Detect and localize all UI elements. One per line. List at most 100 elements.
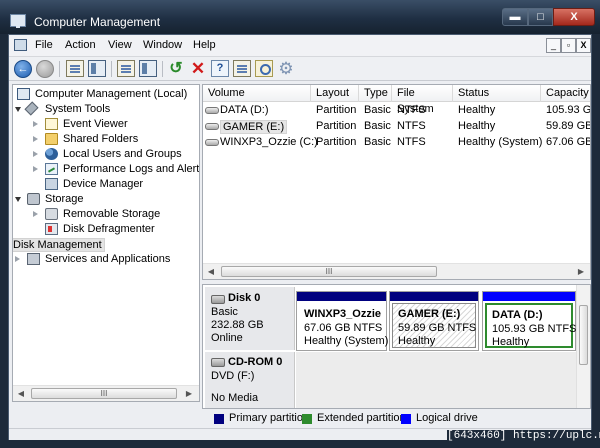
tree-item-label: Services and Applications — [45, 253, 171, 265]
back-arrow-icon[interactable]: ← — [14, 60, 32, 78]
console-icon[interactable] — [139, 60, 157, 77]
partition-winxp3-ozzie[interactable]: WINXP3_Ozzie 67.06 GB NTFS Healthy (Syst… — [296, 291, 388, 351]
tree-item-label: Event Viewer — [63, 118, 128, 130]
computer-management-icon — [10, 14, 26, 28]
expand-arrow-icon[interactable] — [33, 151, 38, 157]
expand-arrow-icon[interactable] — [15, 256, 20, 262]
mdi-close-button[interactable]: X — [576, 38, 591, 53]
toolbar-separator — [162, 61, 163, 77]
delete-icon[interactable]: ✕ — [189, 60, 207, 77]
expand-arrow-icon[interactable] — [33, 211, 38, 217]
scroll-left-arrow-icon[interactable]: ◀ — [203, 264, 219, 279]
disk-0-kind: Basic — [211, 306, 238, 318]
toolbar: ← ↺ ✕ ? ⚙ — [9, 57, 591, 81]
event-viewer-icon — [45, 118, 58, 130]
primary-partition-swatch — [214, 414, 224, 424]
shared-folder-icon — [45, 133, 58, 145]
tree-horizontal-scrollbar[interactable]: ◀ III ▶ — [13, 385, 199, 401]
refresh-icon[interactable]: ↺ — [167, 60, 185, 77]
image-caption: [643x460] https://uplc.me/ — [447, 430, 600, 442]
menu-file[interactable]: File — [35, 39, 53, 51]
menu-help[interactable]: Help — [193, 39, 216, 51]
expand-arrow-icon[interactable] — [33, 136, 38, 142]
disk-vertical-scrollbar[interactable] — [576, 285, 590, 408]
tree-item-label: Storage — [45, 193, 84, 205]
partition-gamer[interactable]: GAMER (E:) 59.89 GB NTFS Healthy — [389, 291, 479, 351]
collapse-arrow-icon[interactable] — [15, 107, 21, 112]
column-status[interactable]: Status — [453, 85, 541, 102]
partition-body: WINXP3_Ozzie 67.06 GB NTFS Healthy (Syst… — [299, 303, 388, 348]
menu-window[interactable]: Window — [143, 39, 182, 51]
close-button[interactable]: X — [553, 8, 595, 26]
column-volume[interactable]: Volume — [203, 85, 311, 102]
tree-item-label: System Tools — [45, 103, 111, 115]
column-file-system[interactable]: File System — [392, 85, 453, 115]
tree-item-label: Disk Management — [13, 238, 105, 252]
scroll-thumb[interactable]: III — [31, 388, 177, 399]
volume-cell-volume: DATA (D:) — [220, 104, 269, 116]
legend-label: Primary partition — [229, 412, 310, 424]
volume-row[interactable]: DATA (D:) Partition Basic NTFS Healthy 105.93… — [203, 103, 590, 119]
collapse-arrow-icon[interactable] — [15, 197, 21, 202]
volume-horizontal-scrollbar[interactable]: ◀ III ▶ — [203, 263, 590, 279]
column-capacity[interactable]: Capacity — [541, 85, 590, 102]
scroll-thumb[interactable] — [579, 305, 588, 365]
volume-drive-icon — [205, 123, 219, 130]
defragmenter-icon — [45, 223, 58, 235]
device-manager-icon — [45, 178, 58, 190]
disk-0-size: 232.88 GB — [211, 319, 264, 331]
toolbar-separator — [59, 61, 60, 77]
volume-cell-layout: Partition — [316, 120, 357, 132]
show-hide-tree-icon[interactable] — [88, 60, 106, 77]
performance-icon — [45, 163, 58, 175]
title-bar[interactable]: Computer Management ▬ □ X — [0, 0, 600, 34]
partition-name: DATA (D:) — [492, 309, 543, 321]
expand-arrow-icon[interactable] — [33, 166, 38, 172]
partition-status: Healthy (System) — [304, 335, 389, 347]
volume-row[interactable]: GAMER (E:) Partition Basic NTFS Healthy 59.89… — [203, 119, 590, 135]
forward-arrow-icon[interactable] — [36, 60, 54, 78]
cdrom-0-info[interactable]: CD-ROM 0 DVD (F:) No Media — [205, 352, 295, 408]
volume-list: Volume Layout Type File System Status Ca… — [202, 84, 591, 280]
console-icon[interactable] — [14, 39, 27, 51]
menu-action[interactable]: Action — [65, 39, 96, 51]
toolbar-separator — [111, 61, 112, 77]
partition-data[interactable]: DATA (D:) 105.93 GB NTFS Healthy — [482, 291, 576, 351]
up-folder-icon[interactable] — [66, 60, 84, 77]
volume-row[interactable]: WINXP3_Ozzie (C:) Partition Basic NTFS Healt… — [203, 135, 590, 151]
legend-label: Extended partition — [317, 412, 406, 424]
tree-item-label: Shared Folders — [63, 133, 139, 145]
properties-icon[interactable] — [117, 60, 135, 77]
partition-status: Healthy — [492, 336, 530, 348]
partition-detail: 59.89 GB NTFS — [398, 322, 477, 334]
scroll-right-arrow-icon[interactable]: ▶ — [181, 386, 197, 401]
scroll-left-arrow-icon[interactable]: ◀ — [13, 386, 29, 401]
cdrom-empty-area — [296, 352, 576, 408]
menu-view[interactable]: View — [108, 39, 132, 51]
help-topic-icon[interactable] — [255, 60, 273, 77]
scroll-thumb[interactable]: III — [221, 266, 437, 277]
help-icon[interactable]: ? — [211, 60, 229, 77]
column-layout[interactable]: Layout — [311, 85, 359, 102]
disk-0-info[interactable]: Disk 0 Basic 232.88 GB Online — [205, 287, 295, 350]
volume-cell-fs: NTFS — [397, 104, 426, 116]
column-type[interactable]: Type — [359, 85, 392, 102]
volume-cell-layout: Partition — [316, 136, 357, 148]
settings-icon[interactable]: ⚙ — [277, 60, 295, 77]
maximize-button[interactable]: □ — [528, 8, 553, 26]
expand-arrow-icon[interactable] — [33, 121, 38, 127]
mdi-restore-button[interactable]: ▫ — [561, 38, 576, 53]
tree-item-label: Disk Defragmenter — [63, 223, 155, 235]
minimize-button[interactable]: ▬ — [502, 8, 528, 26]
volume-cell-fs: NTFS — [397, 120, 426, 132]
volume-cell-layout: Partition — [316, 104, 357, 116]
disk-0-state: Online — [211, 332, 243, 344]
tools-icon — [24, 101, 39, 116]
cdrom-kind: DVD (F:) — [211, 370, 255, 382]
mdi-minimize-button[interactable]: _ — [546, 38, 561, 53]
computer-management-window: Computer Management ▬ □ X File Action Vi… — [0, 0, 600, 448]
computer-icon — [17, 88, 30, 100]
scroll-right-arrow-icon[interactable]: ▶ — [573, 264, 589, 279]
removable-storage-icon — [45, 208, 58, 220]
find-icon[interactable] — [233, 60, 251, 77]
